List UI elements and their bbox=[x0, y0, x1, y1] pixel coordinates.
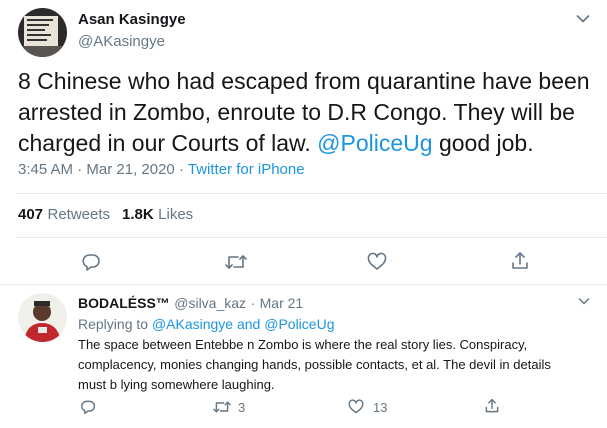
retweets-count: 407 bbox=[18, 206, 44, 223]
tweet-text-segment: good job. bbox=[432, 130, 534, 156]
reply-text-line: The space between Entebbe n Zombo is whe… bbox=[78, 337, 528, 352]
reply-icon[interactable] bbox=[80, 399, 96, 415]
meta-separator: · bbox=[77, 161, 83, 178]
mention-link[interactable]: @AKasingye bbox=[152, 316, 233, 332]
retweets-stat[interactable]: 407 Retweets bbox=[18, 206, 110, 224]
reply-text-line: must b lying somewhere laughing. bbox=[78, 377, 275, 392]
tweet-date[interactable]: Mar 21, 2020 bbox=[86, 161, 174, 178]
share-icon[interactable] bbox=[484, 398, 500, 414]
divider bbox=[16, 237, 607, 238]
retweet-icon[interactable] bbox=[225, 252, 247, 272]
mention-link[interactable]: @PoliceUg bbox=[264, 316, 334, 332]
tweet-source[interactable]: Twitter for iPhone bbox=[188, 161, 305, 178]
mention-link[interactable]: @PoliceUg bbox=[317, 130, 432, 156]
author-avatar[interactable] bbox=[18, 8, 67, 57]
heart-icon[interactable] bbox=[348, 399, 364, 415]
tweet-text-line: arrested in Zombo, enroute to D.R Congo.… bbox=[18, 99, 575, 125]
meta-separator: · bbox=[178, 161, 184, 178]
heart-icon[interactable] bbox=[367, 252, 387, 272]
replying-to: Replying to @AKasingye and @PoliceUg bbox=[78, 316, 334, 332]
likes-label: Likes bbox=[158, 206, 194, 223]
tweet-meta: 3:45 AM · Mar 21, 2020 · Twitter for iPh… bbox=[18, 161, 305, 178]
reply-author-name[interactable]: BODALÉSS™ bbox=[78, 295, 170, 311]
chevron-down-icon[interactable] bbox=[576, 14, 590, 24]
retweets-label: Retweets bbox=[47, 206, 111, 223]
tweet-text-line: charged in our Courts of law. @PoliceUg … bbox=[18, 128, 598, 159]
share-icon[interactable] bbox=[510, 251, 530, 271]
tweet-time[interactable]: 3:45 AM bbox=[18, 161, 73, 178]
reply-author-avatar[interactable] bbox=[18, 293, 67, 342]
divider bbox=[0, 284, 607, 285]
reply-retweet-count: 3 bbox=[238, 400, 246, 415]
reply-author-handle[interactable]: @silva_kaz bbox=[174, 295, 246, 311]
meta-separator: · bbox=[250, 295, 256, 311]
replying-to-and[interactable]: and bbox=[237, 316, 260, 332]
tweet-text-line: 8 Chinese who had escaped from quarantin… bbox=[18, 68, 590, 94]
tweet-text: 8 Chinese who had escaped from quarantin… bbox=[18, 66, 598, 159]
tweet-text-segment: charged in our Courts of law. bbox=[18, 130, 318, 156]
reply-header: BODALÉSS™ @silva_kaz · Mar 21 bbox=[78, 295, 303, 313]
reply-text: The space between Entebbe n Zombo is whe… bbox=[78, 335, 600, 395]
author-handle[interactable]: @AKasingye bbox=[78, 33, 165, 50]
retweet-icon[interactable] bbox=[213, 399, 231, 415]
reply-icon[interactable] bbox=[81, 252, 101, 272]
chevron-down-icon[interactable] bbox=[578, 297, 590, 306]
reply-date[interactable]: Mar 21 bbox=[260, 295, 304, 311]
divider bbox=[16, 193, 607, 194]
likes-count: 1.8K bbox=[122, 206, 154, 223]
likes-stat[interactable]: 1.8K Likes bbox=[122, 206, 193, 224]
reply-text-line: complacency, monies changing hands, poss… bbox=[78, 357, 551, 372]
author-name[interactable]: Asan Kasingye bbox=[78, 11, 186, 28]
reply-like-count: 13 bbox=[373, 400, 388, 415]
replying-to-label: Replying to bbox=[78, 316, 149, 332]
